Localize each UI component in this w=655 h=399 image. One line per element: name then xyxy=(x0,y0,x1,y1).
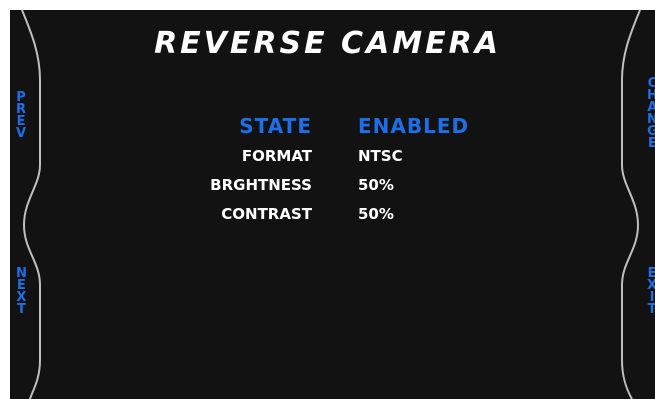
setting-label: BRGHTNESS xyxy=(210,176,312,194)
setting-row-contrast[interactable]: CONTRAST 50% xyxy=(0,201,655,230)
setting-value: ENABLED xyxy=(358,114,470,138)
setting-label: FORMAT xyxy=(241,147,312,165)
settings-list: STATE ENABLED FORMAT NTSC BRGHTNESS 50% … xyxy=(0,114,655,230)
page-title: REVERSE CAMERA xyxy=(154,26,501,61)
setting-row-brightness[interactable]: BRGHTNESS 50% xyxy=(0,172,655,201)
setting-value: 50% xyxy=(358,205,394,223)
next-letter: T xyxy=(17,302,26,317)
exit-button[interactable]: E X I T xyxy=(647,267,655,317)
exit-letter: T xyxy=(647,302,655,317)
setting-label: STATE xyxy=(239,114,312,138)
setting-label: CONTRAST xyxy=(221,205,312,223)
next-button[interactable]: N E X T xyxy=(16,267,27,317)
setting-row-format[interactable]: FORMAT NTSC xyxy=(0,143,655,172)
setting-value: 50% xyxy=(358,176,394,194)
setting-row-state[interactable]: STATE ENABLED xyxy=(0,114,655,143)
setting-value: NTSC xyxy=(358,147,403,165)
